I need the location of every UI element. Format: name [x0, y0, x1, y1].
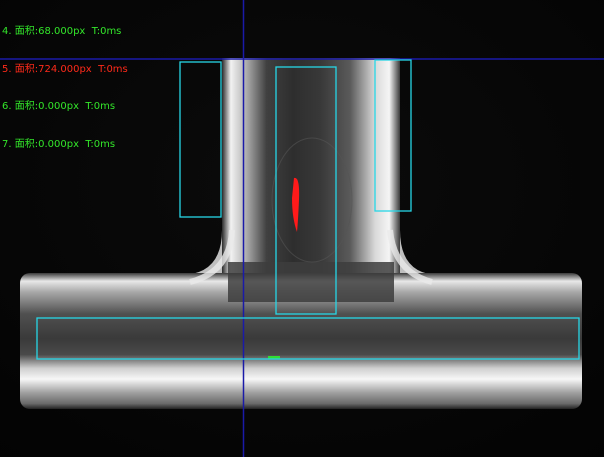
result-line-6: 6. 面积:0.000px T:0ms [2, 101, 116, 112]
results-overlay: 4. 面积:68.000px T:0ms 5. 面积:724.000px T:0… [2, 1, 128, 164]
result-line-5: 5. 面积:724.000px T:0ms [2, 63, 128, 75]
result-line-7: 7. 面积:0.000px T:0ms [2, 138, 116, 150]
result-line-4: 4. 面积:68.000px T:0ms [2, 26, 122, 37]
pipe-junction [228, 262, 394, 302]
